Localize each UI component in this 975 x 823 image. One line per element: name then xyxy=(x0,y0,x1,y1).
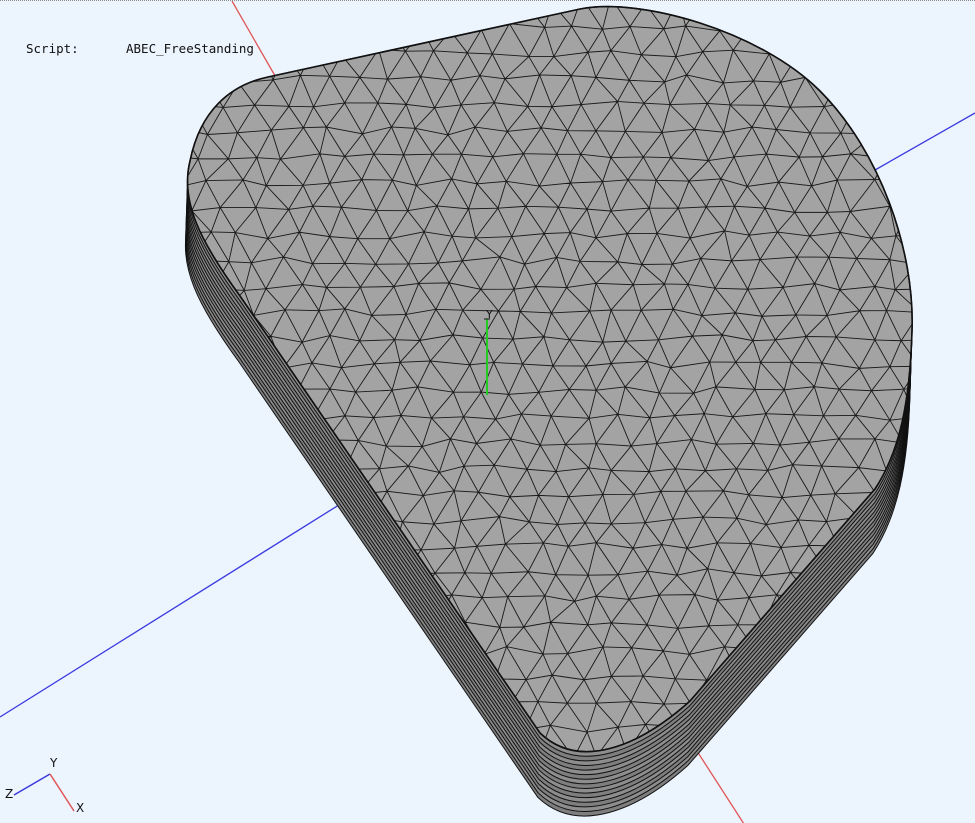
mesh-scene[interactable] xyxy=(0,1,975,823)
axis-triad xyxy=(13,773,75,812)
triad-z-label: Z xyxy=(5,787,14,801)
script-name: ABEC_FreeStanding xyxy=(126,41,254,56)
z-axis-line-right xyxy=(867,112,975,175)
triad-y-label: Y xyxy=(50,756,58,770)
triad-z-axis xyxy=(13,773,51,796)
triad-x-label: X xyxy=(76,801,85,815)
3d-viewport[interactable]: Script: ABEC_FreeStanding Y Y Z X xyxy=(0,0,975,823)
script-label: Script: xyxy=(26,41,79,56)
triad-x-axis xyxy=(49,773,75,812)
z-axis-line-left xyxy=(0,497,351,718)
origin-y-label: Y xyxy=(486,308,493,321)
